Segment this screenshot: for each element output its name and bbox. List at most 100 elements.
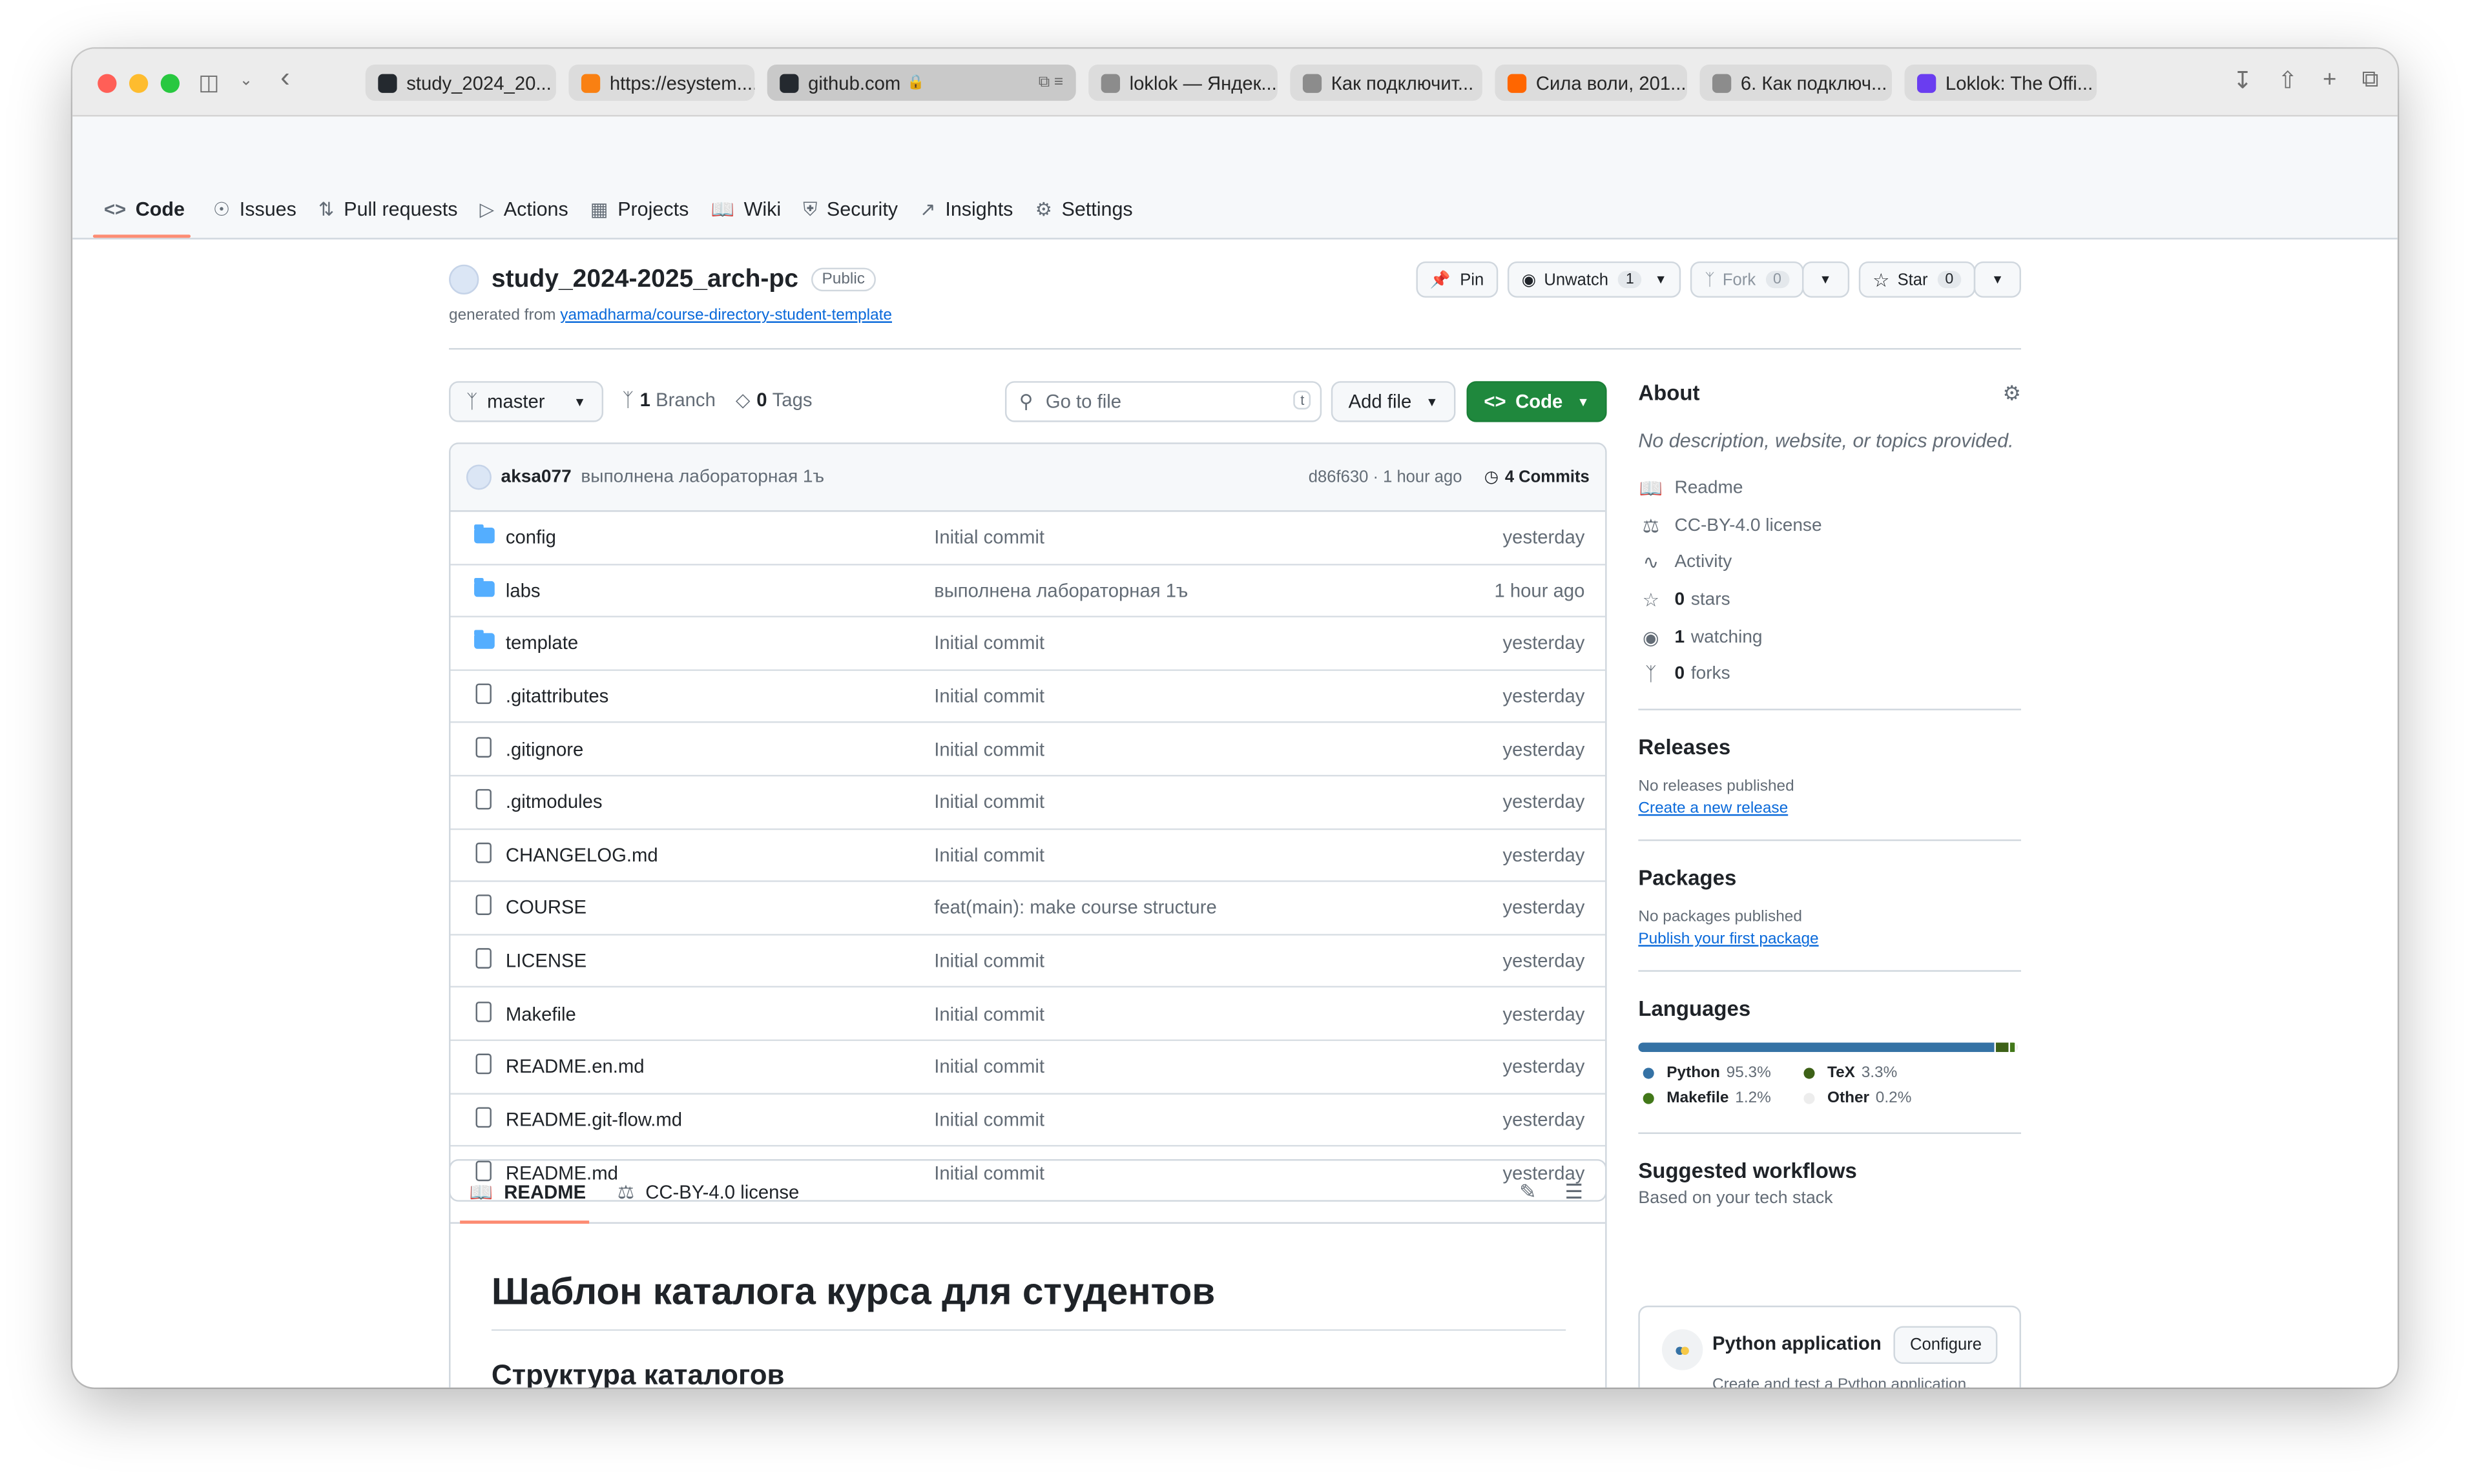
file-commit-message[interactable]: Initial commit (934, 791, 1044, 813)
go-to-file-input[interactable]: ⚲ Go to file t (1004, 381, 1322, 422)
file-commit-message[interactable]: Initial commit (934, 1003, 1044, 1025)
file-commit-message[interactable]: Initial commit (934, 844, 1044, 866)
browser-tab[interactable]: 6. Как подключ... (1699, 64, 1892, 101)
file-commit-message[interactable]: Initial commit (934, 685, 1044, 707)
configure-button[interactable]: Configure (1894, 1326, 1998, 1365)
file-commit-message[interactable]: Initial commit (934, 1108, 1044, 1130)
file-name[interactable]: README.en.md (506, 1056, 645, 1078)
commits-link[interactable]: ◷ 4 Commits (1484, 468, 1590, 486)
table-row[interactable]: Makefile Initial commit yesterday (450, 988, 1606, 1041)
file-commit-message[interactable]: Initial commit (934, 950, 1044, 972)
branches-link[interactable]: ᛉ 1 Branch (622, 389, 716, 411)
star-button[interactable]: ☆ Star 0 (1858, 261, 1976, 298)
tab-license[interactable]: ⚖ CC-BY-4.0 license (618, 1180, 799, 1202)
tags-link[interactable]: ◇ 0 Tags (736, 389, 813, 411)
tab-overview-icon[interactable]: ⧉ (2361, 66, 2378, 94)
minimize-window-button[interactable] (129, 74, 149, 93)
releases-title[interactable]: Releases (1638, 736, 2021, 759)
star-dropdown-button[interactable]: ▼ (1974, 261, 2021, 298)
create-release-link[interactable]: Create a new release (1638, 800, 2021, 818)
downloads-icon[interactable]: ↧ (2233, 66, 2253, 94)
outline-list-icon[interactable]: ☰ (1565, 1180, 1583, 1205)
pin-button[interactable]: 📌 Pin (1415, 261, 1499, 298)
table-row[interactable]: README.en.md Initial commit yesterday (450, 1041, 1606, 1094)
file-commit-message[interactable]: Initial commit (934, 526, 1044, 548)
browser-tab[interactable]: Loklok: The Offi... (1904, 64, 2097, 101)
table-row[interactable]: template Initial commit yesterday (450, 617, 1606, 671)
packages-title[interactable]: Packages (1638, 867, 2021, 891)
table-row[interactable]: .gitmodules Initial commit yesterday (450, 776, 1606, 830)
file-name[interactable]: COURSE (506, 897, 586, 919)
tab-pull-requests[interactable]: ⇅ Pull requests (307, 192, 469, 227)
branch-select[interactable]: ᛉ master ▼ (449, 381, 604, 422)
tab-settings[interactable]: ⚙ Settings (1024, 192, 1144, 227)
tab-actions[interactable]: ▷ Actions (469, 192, 579, 227)
back-arrow-icon[interactable]: ‹ (280, 63, 290, 92)
template-repo-link[interactable]: yamadharma/course-directory-student-temp… (560, 307, 892, 325)
file-name[interactable]: README.git-flow.md (506, 1108, 682, 1130)
chevron-down-icon[interactable]: ⌄ (240, 68, 253, 96)
forks-link[interactable]: ᛉ 0 forks (1638, 656, 2021, 694)
close-window-button[interactable] (98, 74, 117, 93)
owner-avatar[interactable] (449, 264, 479, 295)
table-row[interactable]: COURSE feat(main): make course structure y… (450, 882, 1606, 936)
browser-tab[interactable]: study_2024_20... (365, 64, 556, 101)
table-row[interactable]: config Initial commit yesterday (450, 512, 1606, 565)
gear-icon[interactable]: ⚙ (2003, 381, 2021, 406)
watching-link[interactable]: ◉ 1 watching (1638, 619, 2021, 656)
license-link[interactable]: ⚖ CC-BY-4.0 license (1638, 507, 2021, 544)
commit-message[interactable]: выполнена лабораторная 1ъ (581, 468, 824, 486)
table-row[interactable]: CHANGELOG.md Initial commit yesterday (450, 829, 1606, 883)
table-row[interactable]: README.git-flow.md Initial commit yesterda… (450, 1094, 1606, 1147)
browser-tab[interactable]: Как подключит... (1290, 64, 1482, 101)
tab-readme[interactable]: 📖 README (470, 1180, 586, 1202)
commit-author[interactable]: aksa077 (501, 468, 572, 486)
file-name[interactable]: .gitignore (506, 738, 583, 760)
share-icon[interactable]: ⇧ (2278, 66, 2298, 94)
file-name[interactable]: template (506, 632, 578, 654)
browser-tab[interactable]: loklok — Яндек... (1088, 64, 1278, 101)
file-commit-message[interactable]: Initial commit (934, 1056, 1044, 1078)
file-name[interactable]: labs (506, 579, 541, 601)
browser-tab[interactable]: github.com 🔒 ⧉ ≡ (767, 64, 1076, 101)
language-item[interactable]: Python 95.3% (1638, 1065, 1799, 1082)
file-commit-message[interactable]: выполнена лабораторная 1ъ (934, 579, 1188, 601)
activity-link[interactable]: ∿ Activity (1638, 544, 2021, 581)
repo-name[interactable]: study_2024-2025_arch-pc (492, 265, 798, 294)
browser-tab[interactable]: Сила воли, 201... (1495, 64, 1687, 101)
pencil-icon[interactable]: ✎ (1519, 1180, 1537, 1205)
file-name[interactable]: config (506, 526, 556, 548)
code-button[interactable]: <> Code ▼ (1466, 381, 1607, 422)
translate-reader-icon[interactable]: ⧉ ≡ (1039, 74, 1063, 92)
author-avatar[interactable] (466, 464, 492, 490)
table-row[interactable]: .gitattributes Initial commit yesterday (450, 670, 1606, 724)
add-file-button[interactable]: Add file ▼ (1331, 381, 1456, 422)
sidebar-toggle-icon[interactable]: ◫ (198, 68, 219, 96)
tab-code[interactable]: <> Code (93, 192, 196, 227)
file-commit-message[interactable]: Initial commit (934, 738, 1044, 760)
readme-link[interactable]: 📖 Readme (1638, 469, 2021, 507)
browser-tab[interactable]: https://esystem.... (568, 64, 755, 101)
fork-dropdown-button[interactable]: ▼ (1801, 261, 1849, 298)
tab-insights[interactable]: ↗ Insights (909, 192, 1024, 227)
tab-security[interactable]: ⛨ Security (792, 192, 909, 227)
file-name[interactable]: LICENSE (506, 950, 586, 972)
file-name[interactable]: CHANGELOG.md (506, 844, 658, 866)
file-commit-message[interactable]: feat(main): make course structure (934, 897, 1217, 919)
file-name[interactable]: Makefile (506, 1003, 576, 1025)
file-name[interactable]: .gitattributes (506, 685, 608, 707)
language-item[interactable]: Makefile 1.2% (1638, 1090, 1799, 1108)
maximize-window-button[interactable] (160, 74, 180, 93)
file-commit-message[interactable]: Initial commit (934, 632, 1044, 654)
publish-package-link[interactable]: Publish your first package (1638, 931, 2021, 949)
language-item[interactable]: Other 0.2% (1799, 1090, 1988, 1108)
stars-link[interactable]: ☆ 0 stars (1638, 581, 2021, 619)
tab-issues[interactable]: ☉ Issues (202, 192, 307, 227)
new-tab-icon[interactable]: + (2323, 66, 2336, 94)
commit-hash-time[interactable]: d86f630 · 1 hour ago (1309, 468, 1462, 486)
fork-button[interactable]: ᛉ Fork 0 (1690, 261, 1804, 298)
tab-projects[interactable]: ▦ Projects (579, 192, 700, 227)
tab-wiki[interactable]: 📖 Wiki (700, 192, 792, 227)
language-item[interactable]: TeX 3.3% (1799, 1065, 1988, 1082)
file-name[interactable]: .gitmodules (506, 791, 603, 813)
